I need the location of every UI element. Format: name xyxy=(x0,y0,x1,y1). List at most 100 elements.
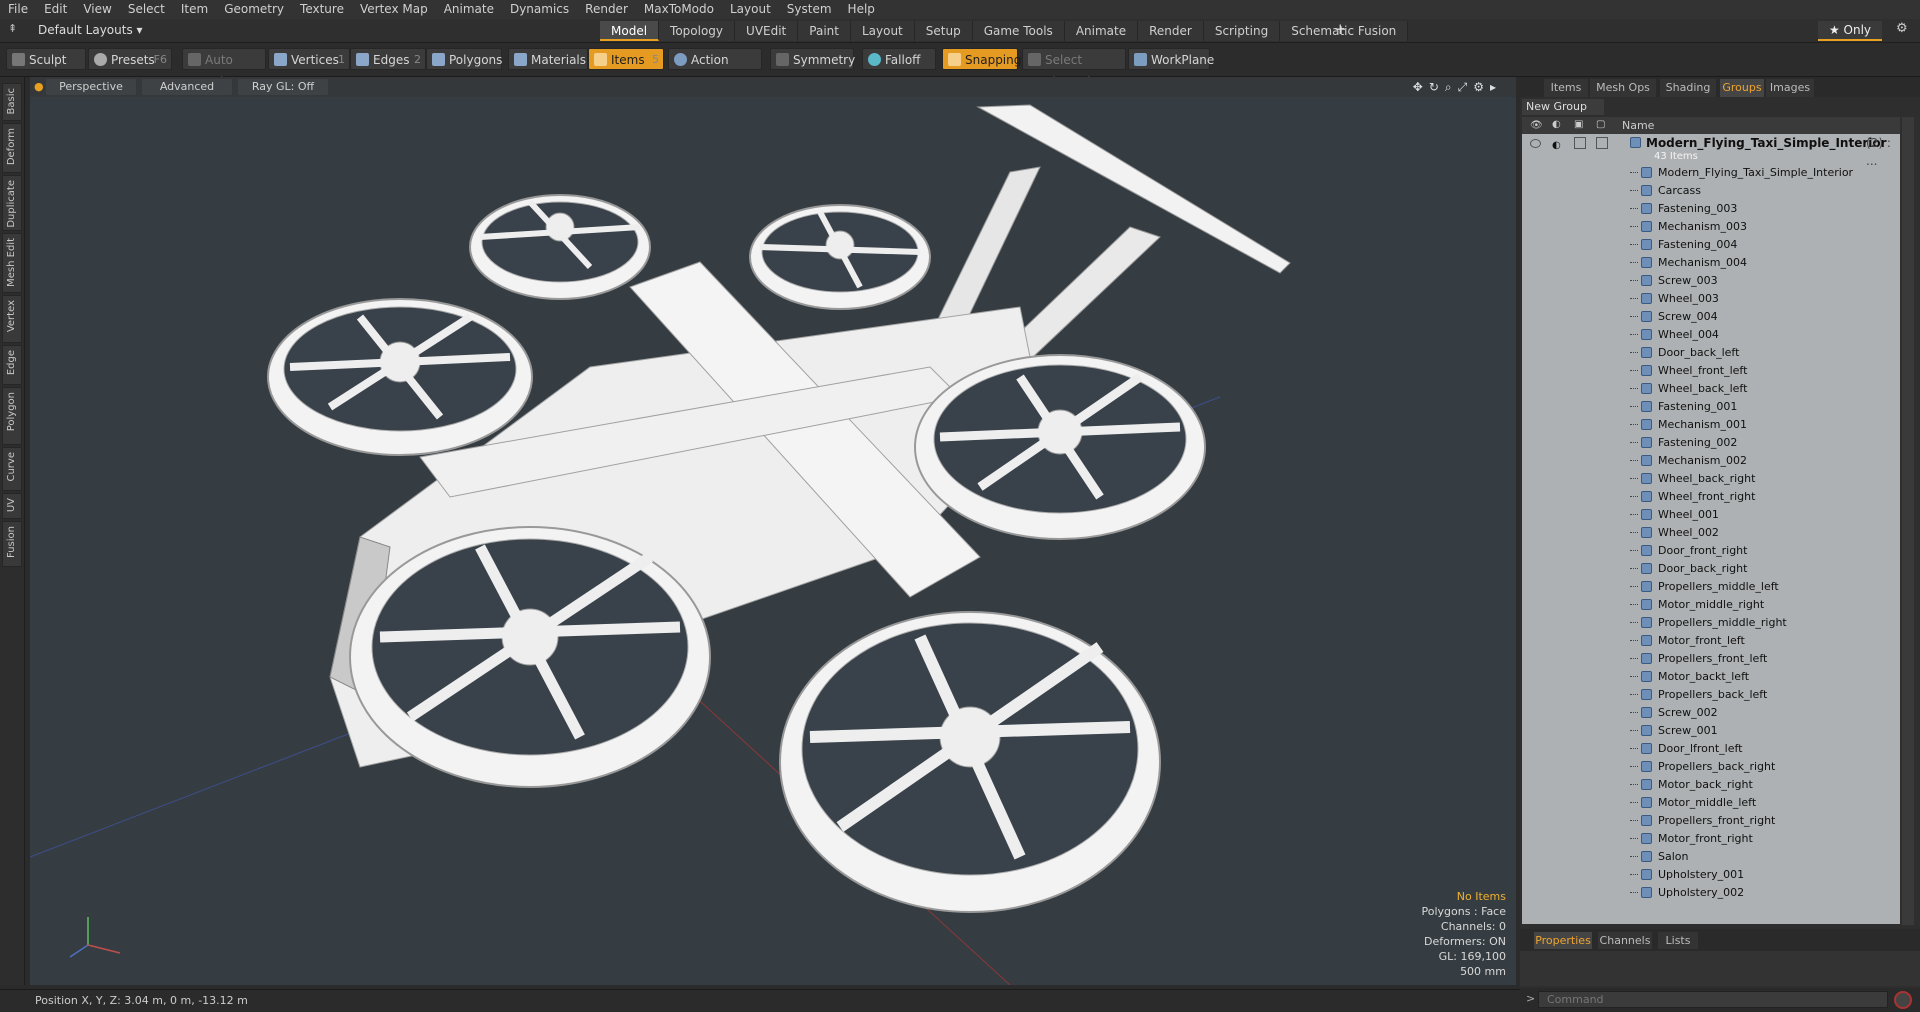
menu-animate[interactable]: Animate xyxy=(436,0,502,19)
list-item[interactable]: Mechanism_003 xyxy=(1522,218,1900,236)
tab-setup[interactable]: Setup xyxy=(914,21,973,41)
panel-tab-groups[interactable]: Groups xyxy=(1720,79,1764,97)
eye-icon[interactable] xyxy=(1530,139,1541,148)
menu-select[interactable]: Select xyxy=(120,0,173,19)
panel-tab-mesh-ops[interactable]: Mesh Ops xyxy=(1590,79,1656,97)
menu-file[interactable]: File xyxy=(0,0,36,19)
presets-button[interactable]: Presets F6 xyxy=(88,48,172,70)
list-item[interactable]: Wheel_back_right xyxy=(1522,470,1900,488)
action-center-button[interactable]: Action Center xyxy=(668,48,762,89)
lower-tab-properties[interactable]: Properties xyxy=(1534,932,1592,949)
layout-dropdown[interactable]: Default Layouts ▾ xyxy=(28,21,158,39)
list-item[interactable]: Door_back_left xyxy=(1522,344,1900,362)
list-item[interactable]: Wheel_002 xyxy=(1522,524,1900,542)
list-item[interactable]: Wheel_front_left xyxy=(1522,362,1900,380)
list-item[interactable]: Salon xyxy=(1522,848,1900,866)
select-through-button[interactable]: Select Through xyxy=(1022,48,1126,89)
tab-model[interactable]: Model xyxy=(600,21,660,41)
list-item[interactable]: Modern_Flying_Taxi_Simple_Interior xyxy=(1522,164,1900,182)
list-item[interactable]: Wheel_front_right xyxy=(1522,488,1900,506)
list-item[interactable]: Wheel_004 xyxy=(1522,326,1900,344)
menu-geometry[interactable]: Geometry xyxy=(216,0,292,19)
select-column-icon[interactable]: ▢ xyxy=(1596,119,1605,130)
left-tab-curve[interactable]: Curve xyxy=(2,447,22,491)
command-input[interactable] xyxy=(1538,991,1888,1008)
list-item[interactable]: Motor_front_right xyxy=(1522,830,1900,848)
list-item[interactable]: Mechanism_004 xyxy=(1522,254,1900,272)
tab-render[interactable]: Render xyxy=(1138,21,1204,41)
menu-item[interactable]: Item xyxy=(173,0,216,19)
add-tab-button[interactable]: + xyxy=(1334,20,1347,38)
tab-scripting[interactable]: Scripting xyxy=(1203,21,1281,41)
materials-button[interactable]: Materials xyxy=(508,48,588,70)
snapping-button[interactable]: Snapping xyxy=(942,48,1021,70)
record-icon[interactable] xyxy=(1894,991,1912,1009)
list-item[interactable]: Door_back_right xyxy=(1522,560,1900,578)
left-tab-duplicate[interactable]: Duplicate xyxy=(2,175,22,231)
group-row[interactable]: ◐ Modern_Flying_Taxi_Simple_Interior (2)… xyxy=(1522,134,1900,168)
render-column-icon[interactable]: ◐ xyxy=(1552,119,1561,130)
tab-layout[interactable]: Layout xyxy=(850,21,915,41)
list-item[interactable]: Door_lfront_left xyxy=(1522,740,1900,758)
raygl-toggle[interactable]: Ray GL: Off xyxy=(238,79,328,95)
collapse-icon[interactable]: ⇞ xyxy=(8,22,17,35)
panel-tab-items[interactable]: Items xyxy=(1544,79,1588,97)
list-item[interactable]: Motor_front_left xyxy=(1522,632,1900,650)
list-item[interactable]: Screw_002 xyxy=(1522,704,1900,722)
left-tab-deform[interactable]: Deform xyxy=(2,123,22,173)
render-toggle-icon[interactable]: ◐ xyxy=(1552,137,1561,155)
list-item[interactable]: Motor_backt_left xyxy=(1522,668,1900,686)
list-item[interactable]: Propellers_back_right xyxy=(1522,758,1900,776)
left-tab-uv[interactable]: UV xyxy=(2,493,22,519)
list-item[interactable]: Propellers_back_left xyxy=(1522,686,1900,704)
left-tab-edge[interactable]: Edge xyxy=(2,345,22,385)
panel-tab-shading[interactable]: Shading xyxy=(1660,79,1716,97)
lower-tab-channels[interactable]: Channels xyxy=(1598,932,1652,949)
menu-maxtomodo[interactable]: MaxToModo xyxy=(636,0,722,19)
left-tab-basic[interactable]: Basic xyxy=(2,83,22,121)
list-item[interactable]: Mechanism_002 xyxy=(1522,452,1900,470)
list-item[interactable]: Wheel_003 xyxy=(1522,290,1900,308)
menu-edit[interactable]: Edit xyxy=(36,0,75,19)
menu-system[interactable]: System xyxy=(779,0,840,19)
auto-select-button[interactable]: Auto Select xyxy=(182,48,266,89)
list-scrollbar[interactable] xyxy=(1902,117,1914,925)
menu-dynamics[interactable]: Dynamics xyxy=(502,0,577,19)
list-item[interactable]: Wheel_back_left xyxy=(1522,380,1900,398)
falloff-button[interactable]: Falloff xyxy=(862,48,936,70)
menu-help[interactable]: Help xyxy=(840,0,883,19)
list-item[interactable]: Fastening_003 xyxy=(1522,200,1900,218)
menu-texture[interactable]: Texture xyxy=(292,0,352,19)
tab-animate[interactable]: Animate xyxy=(1064,21,1139,41)
list-item[interactable]: Screw_004 xyxy=(1522,308,1900,326)
list-item[interactable]: Fastening_004 xyxy=(1522,236,1900,254)
list-item[interactable]: Door_front_right xyxy=(1522,542,1900,560)
list-item[interactable]: Propellers_middle_left xyxy=(1522,578,1900,596)
new-group-button[interactable]: New Group xyxy=(1522,99,1604,115)
viewport-menu-icon[interactable]: ● xyxy=(34,80,44,93)
select-checkbox[interactable] xyxy=(1596,137,1608,149)
lower-tab-lists[interactable]: Lists xyxy=(1658,932,1698,949)
list-item[interactable]: Mechanism_001 xyxy=(1522,416,1900,434)
list-item[interactable]: Motor_middle_right xyxy=(1522,596,1900,614)
list-item[interactable]: Upholstery_001 xyxy=(1522,866,1900,884)
shading-dropdown[interactable]: Advanced xyxy=(142,79,232,95)
lock-column-icon[interactable]: ▣ xyxy=(1574,119,1583,130)
gear-icon[interactable]: ⚙ xyxy=(1896,21,1908,36)
tab-topology[interactable]: Topology xyxy=(659,21,736,41)
3d-viewport[interactable]: ● Perspective Advanced Ray GL: Off ✥↻⌕⤢⚙… xyxy=(30,77,1516,985)
workplane-button[interactable]: WorkPlane xyxy=(1128,48,1214,70)
viewport-nav-icons[interactable]: ✥↻⌕⤢⚙▸ xyxy=(1413,80,1502,95)
list-item[interactable]: Carcass xyxy=(1522,182,1900,200)
vertices-button[interactable]: Vertices 1 xyxy=(268,48,350,70)
list-item[interactable]: Screw_003 xyxy=(1522,272,1900,290)
list-item[interactable]: Motor_middle_left xyxy=(1522,794,1900,812)
only-button[interactable]: ★ Only xyxy=(1818,21,1882,41)
name-column-header[interactable]: Name xyxy=(1622,117,1654,134)
sculpt-button[interactable]: Sculpt xyxy=(6,48,86,70)
tab-paint[interactable]: Paint xyxy=(798,21,851,41)
perspective-dropdown[interactable]: Perspective xyxy=(46,79,136,95)
menu-render[interactable]: Render xyxy=(577,0,636,19)
panel-tab-images[interactable]: Images xyxy=(1766,79,1814,97)
tab-game-tools[interactable]: Game Tools xyxy=(972,21,1065,41)
